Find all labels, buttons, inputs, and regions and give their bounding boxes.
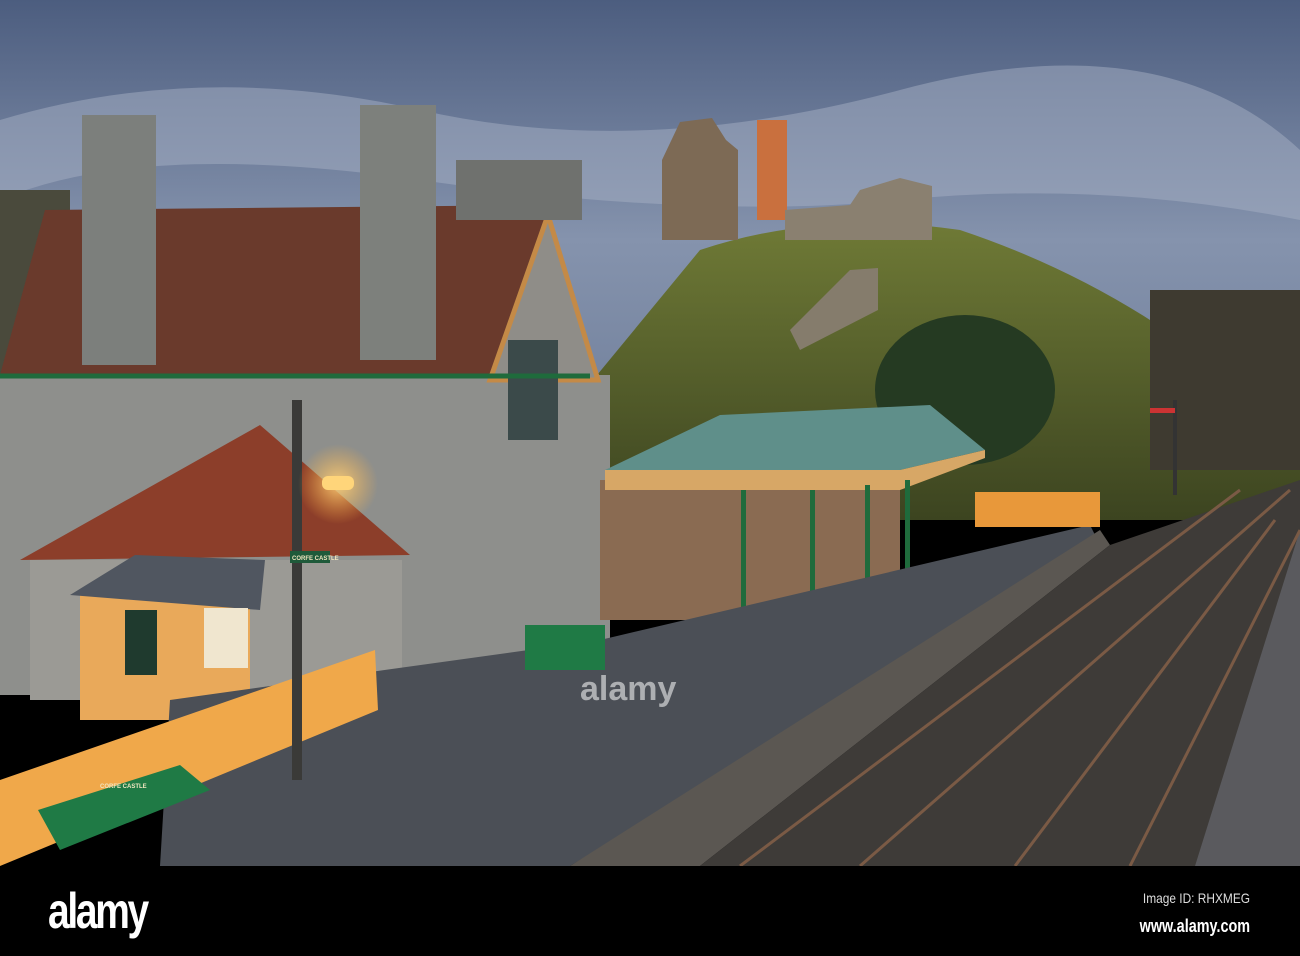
website-link[interactable]: www.alamy.com xyxy=(1140,916,1250,937)
lamp-sign: CORFE CASTLE xyxy=(292,556,339,562)
watermark: alamy xyxy=(580,670,676,708)
gable-window xyxy=(508,340,558,440)
far-fence xyxy=(975,492,1100,527)
station-photo: CORFE CASTLE CORFE CASTLE alamy xyxy=(0,0,1300,866)
bench-wall xyxy=(525,625,605,670)
chimney-center xyxy=(360,105,436,360)
image-id: Image ID: RHXMEG xyxy=(1142,890,1250,906)
bench-sign: CORFE CASTLE xyxy=(100,784,147,790)
trees-right xyxy=(1150,290,1300,470)
alamy-logo[interactable]: alamy xyxy=(48,882,149,940)
chimney-back xyxy=(456,160,582,220)
footer-bar: alamy Image ID: RHXMEG www.alamy.com xyxy=(0,866,1300,956)
signal-post xyxy=(1173,400,1177,495)
signal-arm xyxy=(1150,408,1175,413)
hut-window xyxy=(125,610,157,675)
chimney-left xyxy=(82,115,156,365)
lit-window xyxy=(204,608,248,668)
